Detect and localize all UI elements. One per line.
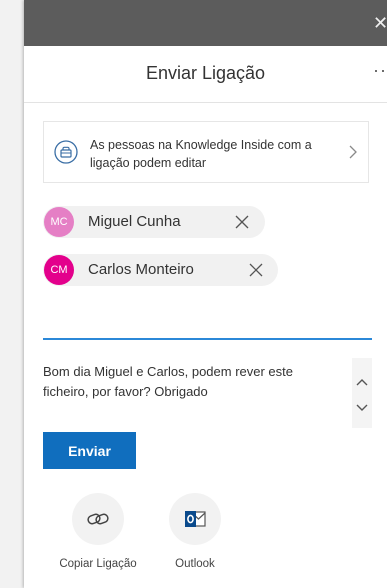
copy-link-button[interactable] [72,493,124,545]
message-field[interactable]: Bom dia Miguel e Carlos, podem rever est… [43,362,323,402]
send-link-dialog: ✕ Enviar Ligação ··· As pessoas na Knowl… [24,0,387,588]
more-options-icon[interactable]: ··· [373,60,387,81]
chevron-down-icon[interactable] [354,400,370,416]
message-scrollbar[interactable] [352,358,372,428]
page: ✕ Enviar Ligação ··· As pessoas na Knowl… [0,0,387,588]
outlook-icon [185,511,206,527]
link-permission-setting[interactable]: As pessoas na Knowledge Inside com a lig… [43,121,369,183]
recipient-name: Miguel Cunha [88,213,181,230]
background-panel [0,0,24,588]
link-icon [87,513,109,525]
avatar: CM [44,255,74,285]
close-icon[interactable] [233,213,251,231]
recipient-chip[interactable]: CM Carlos Monteiro [43,254,278,286]
send-button[interactable]: Enviar [43,432,136,469]
title-bar: ✕ [24,0,387,46]
people-icon [54,140,78,164]
copy-link-label: Copiar Ligação [59,558,137,570]
close-icon[interactable] [247,261,265,279]
outlook-button[interactable] [169,493,221,545]
dialog-header: Enviar Ligação ··· [24,46,387,103]
permission-text: As pessoas na Knowledge Inside com a lig… [90,138,312,170]
recipient-name: Carlos Monteiro [88,261,194,278]
outlook-option[interactable]: Outlook [150,493,240,583]
chevron-right-icon [348,144,358,160]
close-icon[interactable]: ✕ [373,13,387,33]
dialog-title: Enviar Ligação [145,63,266,83]
copy-link-option[interactable]: Copiar Ligação [53,493,143,583]
chevron-up-icon[interactable] [354,374,370,390]
outlook-label: Outlook [175,558,215,570]
recipient-input[interactable] [43,300,372,340]
recipient-chip[interactable]: MC Miguel Cunha [43,206,265,238]
avatar: MC [44,207,74,237]
